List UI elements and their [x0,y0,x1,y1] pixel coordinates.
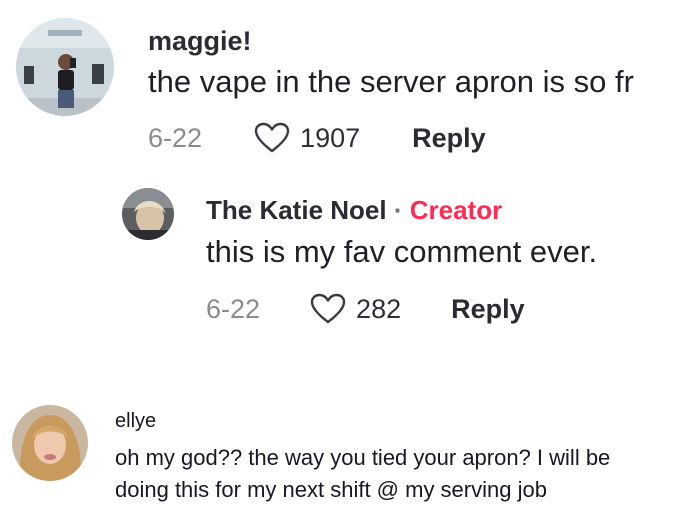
creator-badge: Creator [409,195,503,225]
username[interactable]: The Katie Noel [206,195,387,225]
like-count: 1907 [300,122,361,153]
username[interactable]: ellye [115,410,156,433]
comment-text: the vape in the server apron is so fr [148,64,634,99]
comment-meta: 6-22 1907 Reply [148,118,486,158]
comment-text: this is my fav comment ever. [206,234,598,269]
avatar[interactable] [122,188,174,240]
reply-button[interactable]: Reply [451,294,525,325]
avatar[interactable] [16,18,114,116]
comment-meta: 6-22 282 Reply [206,289,525,329]
comment-text-line-2: doing this for my next shift @ my servin… [115,477,547,502]
like-button[interactable]: 282 [310,293,401,325]
username-line: The Katie Noel · Creator [206,195,502,226]
heart-outline-icon [254,122,290,153]
username[interactable]: maggie! [148,26,252,57]
reply-button[interactable]: Reply [412,123,486,154]
like-count: 282 [356,293,402,324]
separator: · [393,195,403,225]
comment-date: 6-22 [206,293,261,324]
heart-outline-icon [310,293,346,324]
comment-date: 6-22 [148,122,203,153]
avatar[interactable] [12,405,88,481]
like-button[interactable]: 1907 [254,122,360,154]
comment-text-line-1: oh my god?? the way you tied your apron?… [115,445,611,470]
